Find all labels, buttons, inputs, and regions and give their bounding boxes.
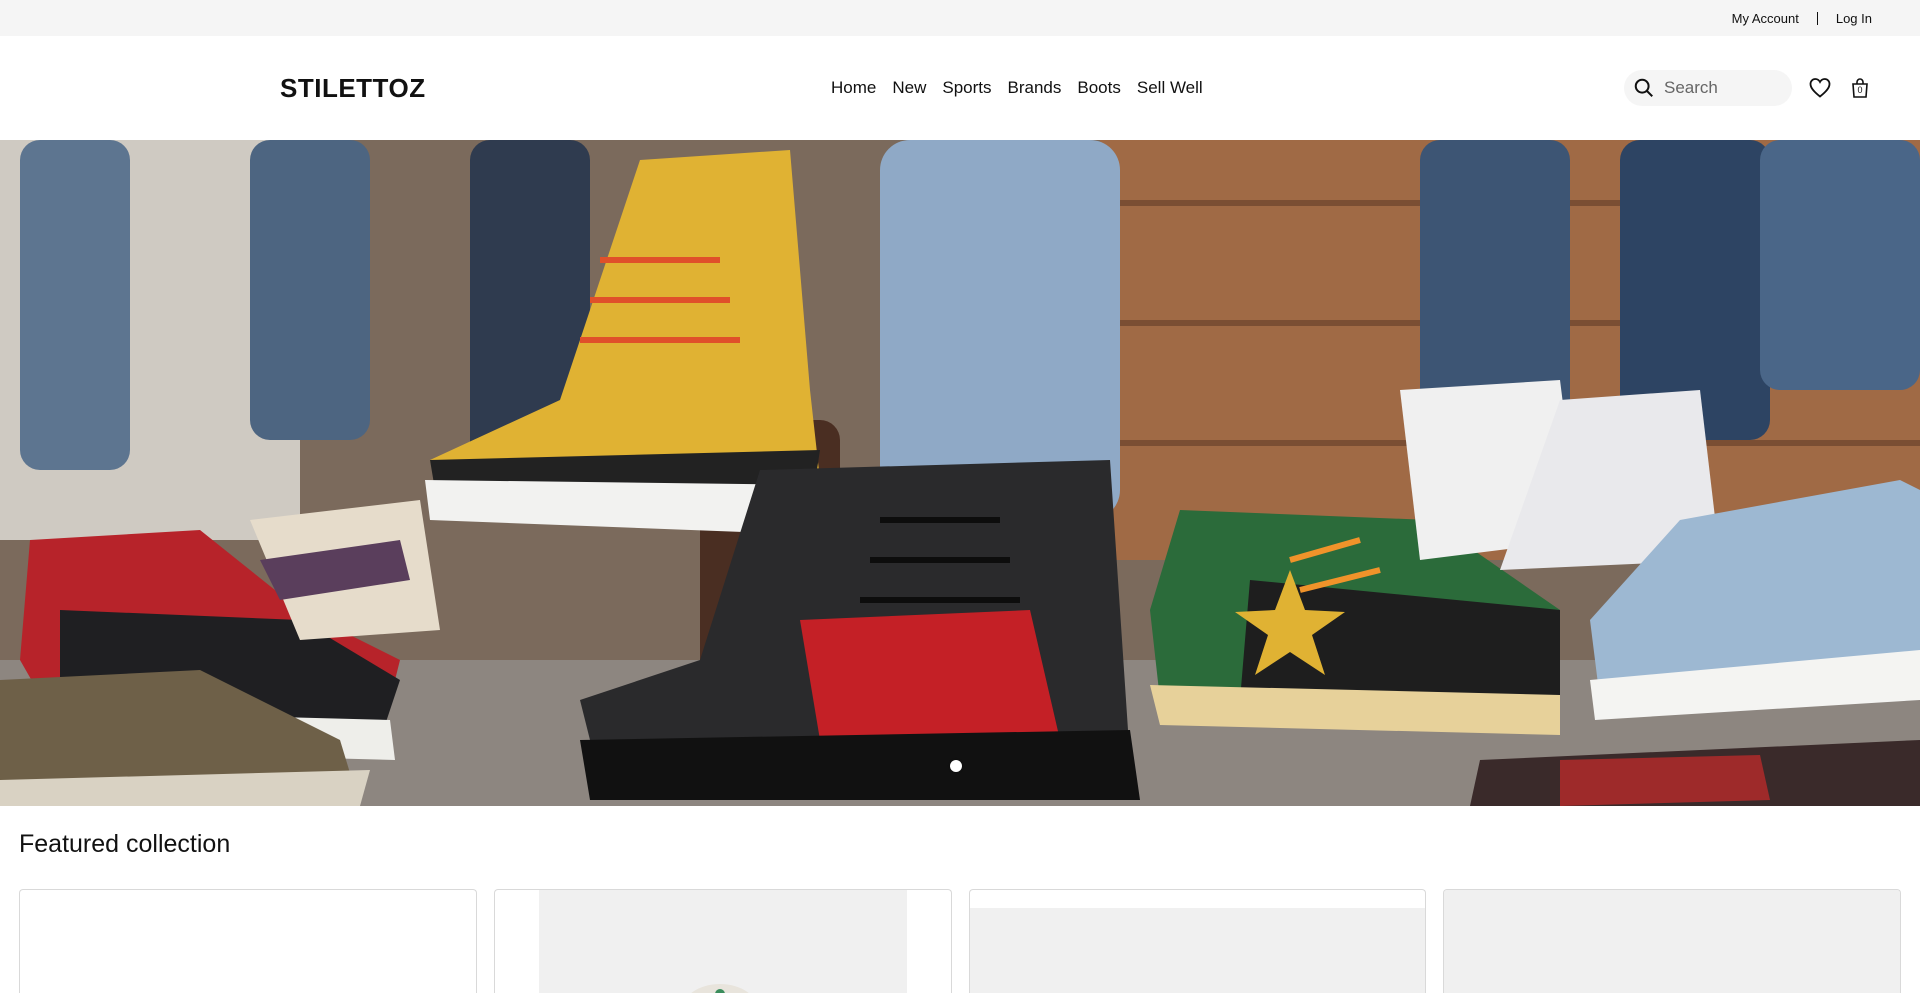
heart-icon[interactable] (1808, 76, 1832, 100)
utility-bar: My Account Log In (0, 0, 1920, 36)
shopping-bag-icon[interactable]: 0 (1848, 76, 1872, 100)
product-card[interactable] (19, 889, 477, 993)
nav-item-sports[interactable]: Sports (942, 78, 991, 98)
hero-banner[interactable] (0, 140, 1920, 806)
featured-collection: Featured collection (0, 806, 1920, 993)
site-header: STILETTOZ Home New Sports Brands Boots S… (0, 36, 1920, 140)
nav-item-brands[interactable]: Brands (1008, 78, 1062, 98)
search-input[interactable] (1664, 78, 1784, 98)
my-account-link[interactable]: My Account (1732, 11, 1799, 26)
log-in-link[interactable]: Log In (1836, 11, 1872, 26)
product-card[interactable] (1443, 889, 1901, 993)
nav-item-sell-well[interactable]: Sell Well (1137, 78, 1203, 98)
product-grid (19, 889, 1901, 993)
section-title: Featured collection (19, 830, 231, 858)
header-actions: 0 (1624, 70, 1872, 106)
hero-image (0, 140, 1920, 806)
search-box[interactable] (1624, 70, 1792, 106)
nav-item-home[interactable]: Home (831, 78, 876, 98)
product-image (1444, 890, 1901, 993)
site-logo[interactable]: STILETTOZ (280, 73, 426, 104)
nav-item-boots[interactable]: Boots (1077, 78, 1120, 98)
utility-divider (1816, 11, 1818, 25)
search-icon[interactable] (1630, 74, 1658, 102)
carousel-dot-active[interactable] (950, 760, 962, 772)
product-image (969, 908, 1426, 993)
product-card[interactable] (968, 889, 1427, 993)
main-nav: Home New Sports Brands Boots Sell Well (831, 78, 1203, 98)
product-card[interactable] (493, 889, 952, 993)
product-image-shoe (690, 984, 749, 993)
cart-count: 0 (1857, 85, 1863, 95)
nav-item-new[interactable]: New (892, 78, 926, 98)
